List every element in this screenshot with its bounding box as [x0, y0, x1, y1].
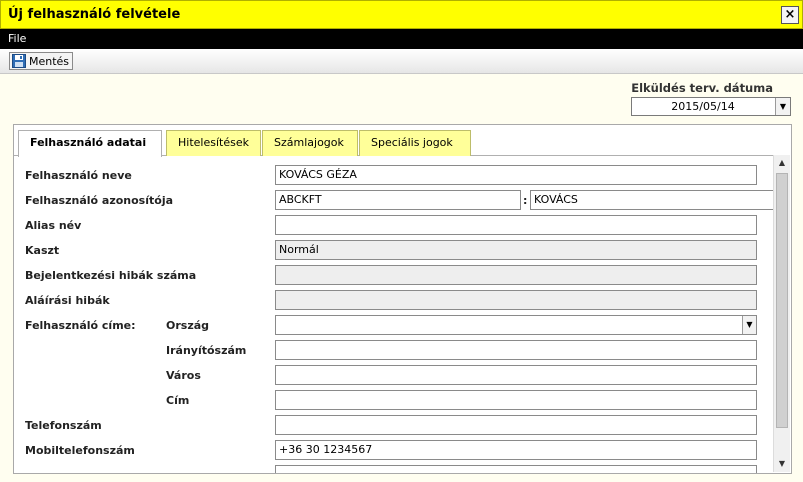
mobile-label: Mobiltelefonszám: [25, 444, 135, 457]
send-date-picker[interactable]: 2015/05/14 ▼: [631, 97, 791, 116]
tab-user-data[interactable]: Felhasználó adatai: [18, 130, 162, 157]
login-errors-label: Bejelentkezési hibák száma: [25, 269, 197, 282]
alias-field[interactable]: [275, 215, 757, 235]
title-bar: Új felhasználó felvétele ×: [0, 0, 803, 29]
country-label: Ország: [166, 319, 210, 332]
country-select[interactable]: ▼: [275, 315, 757, 335]
address-label: Felhasználó címe:: [25, 319, 136, 332]
phone-label: Telefonszám: [25, 419, 102, 432]
login-errors-field: [275, 265, 757, 285]
street-label: Cím: [166, 394, 190, 407]
mobile-field[interactable]: +36 30 1234567: [275, 440, 757, 460]
username-field[interactable]: KOVÁCS GÉZA: [275, 165, 757, 185]
chevron-down-icon[interactable]: ▼: [775, 98, 790, 115]
tab-account-rights[interactable]: Számlajogok: [262, 130, 358, 156]
close-button[interactable]: ×: [781, 6, 799, 24]
street-field[interactable]: [275, 390, 757, 410]
chevron-down-icon[interactable]: ▼: [742, 316, 756, 334]
save-button-label: Mentés: [29, 54, 70, 68]
menu-file[interactable]: File: [8, 32, 26, 45]
save-button[interactable]: Mentés: [9, 52, 74, 70]
userid-label: Felhasználó azonosítója: [25, 194, 174, 207]
user-data-form: Felhasználó neve KOVÁCS GÉZA Felhasználó…: [14, 156, 774, 473]
scroll-up-icon[interactable]: ▲: [774, 155, 790, 171]
send-date-value: 2015/05/14: [671, 100, 735, 113]
sign-errors-field: [275, 290, 757, 310]
userid-field[interactable]: KOVÁCS: [530, 190, 774, 210]
next-field-partial[interactable]: [275, 465, 757, 473]
menu-bar: File: [0, 29, 803, 49]
tab-authentications[interactable]: Hitelesítések: [166, 130, 261, 156]
tab-panel: Felhasználó adatai Hitelesítések Számlaj…: [13, 124, 792, 474]
scroll-down-icon[interactable]: ▼: [774, 456, 790, 472]
username-label: Felhasználó neve: [25, 169, 132, 182]
zip-label: Irányítószám: [166, 344, 247, 357]
city-label: Város: [166, 369, 201, 382]
scrollbar-thumb[interactable]: [776, 173, 788, 428]
phone-field[interactable]: [275, 415, 757, 435]
window-title: Új felhasználó felvétele: [8, 7, 181, 22]
city-field[interactable]: [275, 365, 757, 385]
zip-field[interactable]: [275, 340, 757, 360]
alias-label: Alias név: [25, 219, 82, 232]
caste-field: Normál: [275, 240, 757, 260]
sign-errors-label: Aláírási hibák: [25, 294, 110, 307]
tab-special-rights[interactable]: Speciális jogok: [359, 130, 471, 156]
userid-prefix-field[interactable]: ABCKFT: [275, 190, 521, 210]
vertical-scrollbar[interactable]: ▲ ▼: [773, 155, 790, 472]
toolbar: Mentés: [0, 49, 803, 74]
floppy-disk-icon: [12, 54, 26, 68]
caste-label: Kaszt: [25, 244, 60, 257]
send-date-label: Elküldés terv. dátuma: [631, 81, 773, 95]
userid-separator: :: [523, 194, 528, 207]
